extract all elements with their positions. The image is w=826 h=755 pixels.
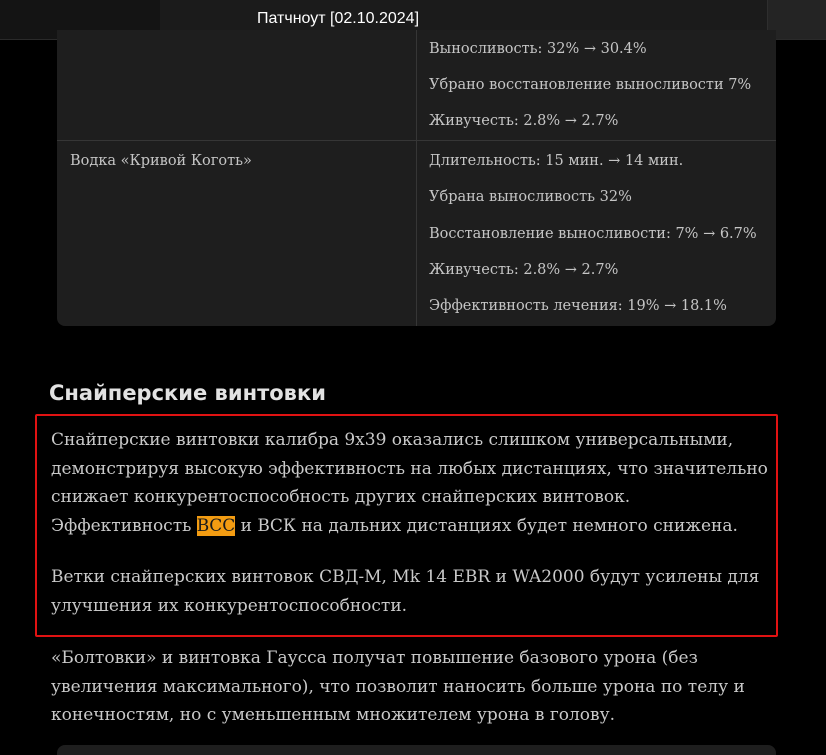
table-cell-item-name: Водка «Кривой Коготь» xyxy=(70,153,252,169)
stats-table: Выносливость: 32% → 30.4% Убрано восстан… xyxy=(57,30,776,326)
text-line: снижает конкурентоспособность других сна… xyxy=(51,487,631,507)
text-line: Эффективность ВСС и ВСК на дальних диста… xyxy=(51,512,776,541)
table-column-divider xyxy=(416,30,417,326)
table-cell-effect: Живучесть: 2.8% → 2.7% xyxy=(429,113,619,129)
table-cell-effect: Живучесть: 2.8% → 2.7% xyxy=(429,262,619,278)
table-cell-effect: Убрано восстановление выносливости 7% xyxy=(429,77,752,93)
text-line: конечностям, но с уменьшенным множителем… xyxy=(51,705,616,725)
text-fragment: и ВСК на дальних дистанциях будет немног… xyxy=(235,515,738,536)
table-cell-effect: Убрана выносливость 32% xyxy=(429,189,632,205)
search-match-highlight: ВСС xyxy=(196,515,236,536)
text-line: улучшения их конкурентоспособности. xyxy=(51,595,408,616)
paragraph-sniper-9x39: Снайперские винтовки калибра 9x39 оказал… xyxy=(51,426,776,540)
text-line: увеличения максимального), что позволит … xyxy=(51,676,745,697)
text-line: демонстрируя высокую эффективность на лю… xyxy=(51,458,768,479)
text-line: Снайперские винтовки калибра 9x39 оказал… xyxy=(51,430,734,450)
table-cell-effect: Выносливость: 32% → 30.4% xyxy=(429,41,647,57)
table-cell-effect: Восстановление выносливости: 7% → 6.7% xyxy=(429,226,757,242)
paragraph-bolt-actions: «Болтовки» и винтовка Гаусса получат пов… xyxy=(51,644,776,730)
next-table-card-top xyxy=(57,745,776,755)
window-title: Патчноут [02.10.2024] xyxy=(257,10,420,27)
section-heading: Снайперские винтовки xyxy=(49,381,326,405)
text-fragment: Эффективность xyxy=(51,515,197,536)
text-line: Ветки снайперских винтовок СВД-М, Mk 14 … xyxy=(51,567,760,587)
table-cell-effect: Длительность: 15 мин. → 14 мин. xyxy=(429,153,684,169)
text-line: «Болтовки» и винтовка Гаусса получат пов… xyxy=(51,648,698,668)
paragraph-sniper-branches: Ветки снайперских винтовок СВД-М, Mk 14 … xyxy=(51,563,776,620)
table-row-divider xyxy=(57,140,776,141)
table-cell-effect: Эффективность лечения: 19% → 18.1% xyxy=(429,298,727,314)
